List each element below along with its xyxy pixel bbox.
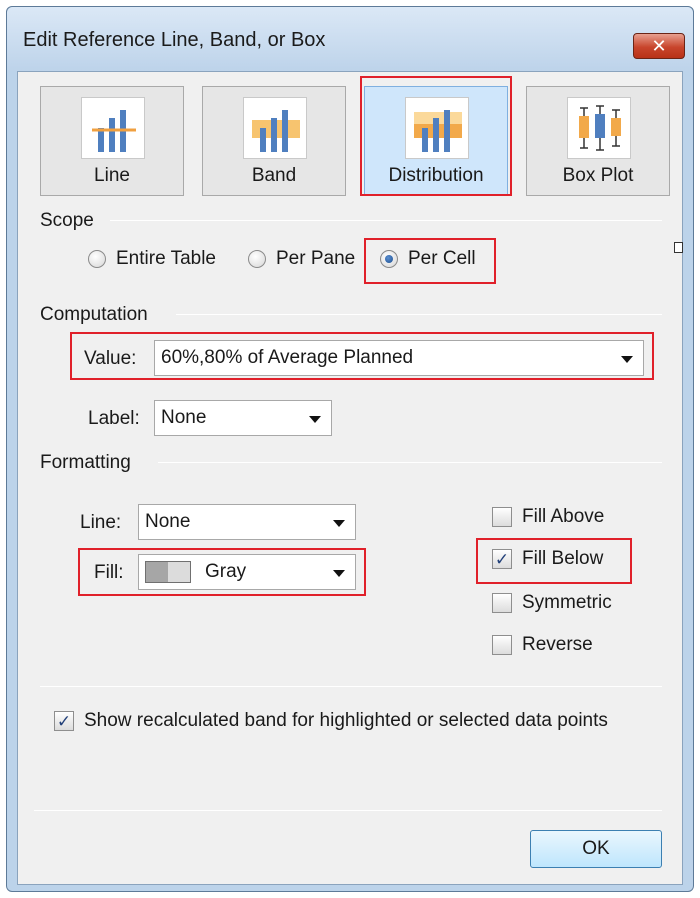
- chevron-down-icon: [621, 356, 633, 363]
- fill-above-option[interactable]: Fill Above: [492, 506, 604, 528]
- formatting-divider: [158, 462, 662, 463]
- formatting-group-label: Formatting: [40, 452, 131, 473]
- symmetric-option[interactable]: Symmetric: [492, 592, 612, 614]
- value-label: Value:: [84, 348, 137, 369]
- line-dropdown-text: None: [145, 511, 191, 532]
- resize-marker-icon: [674, 242, 683, 253]
- value-dropdown-text: 60%,80% of Average Planned: [161, 347, 414, 368]
- fill-label: Fill:: [94, 562, 124, 583]
- fill-below-checkbox[interactable]: ✓: [492, 549, 512, 569]
- tile-band[interactable]: Band: [202, 86, 346, 196]
- radio-button[interactable]: [248, 250, 266, 268]
- radio-per-cell-label: Per Cell: [408, 248, 476, 269]
- computation-group-label: Computation: [40, 304, 148, 325]
- tile-distribution-label: Distribution: [388, 165, 484, 186]
- chevron-down-icon: [333, 570, 345, 577]
- show-recalculated-label: Show recalculated band for highlighted o…: [84, 710, 608, 731]
- show-recalculated-checkbox[interactable]: ✓: [54, 711, 74, 731]
- fill-dropdown[interactable]: Gray: [138, 554, 356, 590]
- line-label: Line:: [80, 512, 122, 533]
- tile-box-plot[interactable]: Box Plot: [526, 86, 670, 196]
- reference-band-icon: [243, 97, 307, 159]
- line-dropdown[interactable]: None: [138, 504, 356, 540]
- fill-below-label: Fill Below: [522, 548, 604, 569]
- symmetric-checkbox[interactable]: [492, 593, 512, 613]
- title-bar[interactable]: Edit Reference Line, Band, or Box ✕: [7, 7, 693, 71]
- symmetric-label: Symmetric: [522, 592, 612, 613]
- box-plot-icon: [567, 97, 631, 159]
- radio-entire-table-label: Entire Table: [116, 248, 216, 269]
- ok-button[interactable]: OK: [530, 830, 662, 868]
- ok-button-label: OK: [582, 838, 610, 859]
- options-divider: [40, 686, 662, 687]
- label-dropdown[interactable]: None: [154, 400, 332, 436]
- label-field-label: Label:: [88, 408, 140, 429]
- tile-box-plot-label: Box Plot: [562, 165, 634, 186]
- label-dropdown-text: None: [161, 407, 207, 428]
- computation-divider: [176, 314, 662, 315]
- radio-per-cell[interactable]: Per Cell: [380, 248, 476, 270]
- close-icon: ✕: [651, 35, 667, 56]
- dialog-title: Edit Reference Line, Band, or Box: [23, 29, 326, 51]
- reference-line-icon: [81, 97, 145, 159]
- reverse-checkbox[interactable]: [492, 635, 512, 655]
- radio-per-pane[interactable]: Per Pane: [248, 248, 355, 270]
- dialog-window: Edit Reference Line, Band, or Box ✕ Line: [6, 6, 694, 892]
- distribution-icon: [405, 97, 469, 159]
- value-dropdown[interactable]: 60%,80% of Average Planned: [154, 340, 644, 376]
- tile-band-label: Band: [251, 165, 297, 186]
- scope-divider: [110, 220, 662, 221]
- scope-group-label: Scope: [40, 210, 94, 231]
- reverse-option[interactable]: Reverse: [492, 634, 593, 656]
- chevron-down-icon: [309, 416, 321, 423]
- tile-line-label: Line: [94, 165, 130, 186]
- radio-button-selected[interactable]: [380, 250, 398, 268]
- dialog-body: Line Band Distribution Box Plot Scope En…: [17, 71, 683, 885]
- show-recalculated-option[interactable]: ✓ Show recalculated band for highlighted…: [54, 710, 608, 732]
- tile-line[interactable]: Line: [40, 86, 184, 196]
- fill-above-label: Fill Above: [522, 506, 605, 527]
- radio-entire-table[interactable]: Entire Table: [88, 248, 216, 270]
- fill-below-option[interactable]: ✓ Fill Below: [492, 548, 603, 570]
- fill-dropdown-text: Gray: [205, 561, 247, 582]
- reverse-label: Reverse: [522, 634, 593, 655]
- chevron-down-icon: [333, 520, 345, 527]
- close-button[interactable]: ✕: [633, 33, 685, 59]
- radio-per-pane-label: Per Pane: [276, 248, 356, 269]
- radio-button[interactable]: [88, 250, 106, 268]
- fill-above-checkbox[interactable]: [492, 507, 512, 527]
- fill-color-swatch: [145, 561, 191, 583]
- checkmark-icon: ✓: [494, 549, 510, 569]
- tile-distribution[interactable]: Distribution: [364, 86, 508, 196]
- footer-divider: [34, 810, 662, 811]
- checkmark-icon: ✓: [56, 711, 72, 731]
